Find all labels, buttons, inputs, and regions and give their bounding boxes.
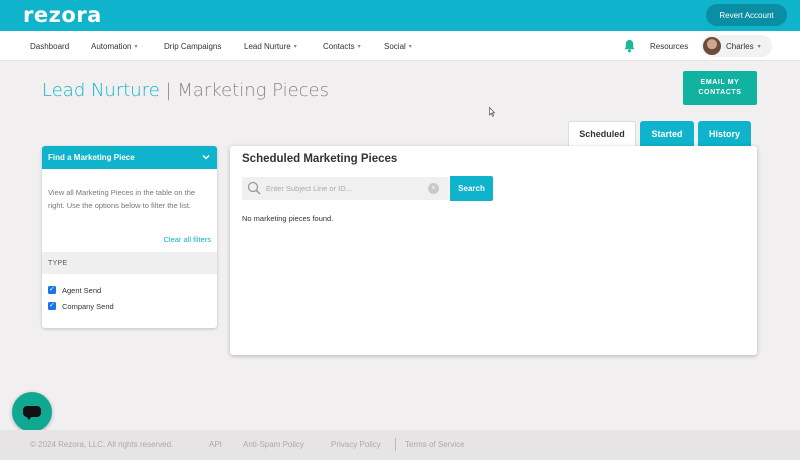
nav-item-label: Lead Nurture bbox=[244, 41, 291, 51]
email-my-contacts-label: EMAIL MY CONTACTS bbox=[698, 79, 742, 96]
nav-item-label: Drip Campaigns bbox=[164, 41, 222, 51]
nav-item-automation[interactable]: Automation ▾ bbox=[91, 31, 137, 61]
avatar bbox=[703, 37, 721, 55]
filter-panel-header[interactable]: Find a Marketing Piece bbox=[42, 146, 217, 169]
filter-option-label: Company Send bbox=[62, 301, 114, 311]
scheduled-panel: Scheduled Marketing Pieces × Search No m… bbox=[230, 146, 757, 355]
nav-item-label: Contacts bbox=[323, 41, 355, 51]
chevron-down-icon: ▾ bbox=[293, 43, 297, 50]
user-name: Charles bbox=[726, 41, 754, 51]
search-icon bbox=[247, 181, 261, 195]
nav-item-social[interactable]: Social ▾ bbox=[384, 31, 412, 61]
search-button[interactable]: Search bbox=[450, 176, 493, 201]
email-my-contacts-button[interactable]: EMAIL MY CONTACTS bbox=[683, 71, 757, 105]
chat-launcher-button[interactable] bbox=[12, 392, 52, 432]
type-section-header: TYPE bbox=[42, 252, 217, 274]
nav-item-drip-campaigns[interactable]: Drip Campaigns bbox=[164, 31, 221, 61]
tab-started[interactable]: Started bbox=[640, 121, 694, 146]
footer-link-api[interactable]: API bbox=[209, 440, 222, 449]
footer-link-anti-spam[interactable]: Anti-Spam Policy bbox=[243, 440, 304, 449]
page-title: Lead Nurture | Marketing Pieces bbox=[42, 80, 329, 101]
bell-icon[interactable] bbox=[623, 39, 636, 53]
footer-link-terms[interactable]: Terms of Service bbox=[405, 440, 465, 449]
filter-description: View all Marketing Pieces in the table o… bbox=[48, 188, 196, 210]
filter-option-agent-send[interactable]: ✓ Agent Send bbox=[48, 284, 101, 296]
footer-copyright: © 2024 Rezora, LLC. All rights reserved. bbox=[30, 440, 174, 449]
page-title-section: Lead Nurture bbox=[42, 80, 160, 101]
footer-link-privacy[interactable]: Privacy Policy bbox=[331, 440, 381, 449]
chat-bubble-icon bbox=[23, 406, 41, 420]
nav-item-dashboard[interactable]: Dashboard bbox=[30, 31, 69, 61]
filter-option-company-send[interactable]: ✓ Company Send bbox=[48, 300, 114, 312]
tab-scheduled[interactable]: Scheduled bbox=[568, 121, 636, 146]
resources-link[interactable]: Resources bbox=[650, 31, 688, 61]
rezora-logo[interactable]: rezora bbox=[23, 3, 102, 27]
footer-divider bbox=[395, 438, 396, 451]
nav-item-label: Social bbox=[384, 41, 406, 51]
top-bar: rezora Revert Account bbox=[0, 0, 800, 31]
checkbox-checked-icon[interactable]: ✓ bbox=[48, 302, 56, 310]
nav-item-lead-nurture[interactable]: Lead Nurture ▾ bbox=[244, 31, 297, 61]
nav-item-label: Automation bbox=[91, 41, 132, 51]
chevron-down-icon bbox=[202, 154, 210, 160]
page-title-separator: | bbox=[159, 80, 178, 101]
nav-item-contacts[interactable]: Contacts ▾ bbox=[323, 31, 361, 61]
panel-title: Scheduled Marketing Pieces bbox=[242, 153, 398, 165]
search-input[interactable] bbox=[266, 181, 426, 196]
chevron-down-icon: ▾ bbox=[134, 43, 138, 50]
main-nav: Dashboard Automation ▾ Drip Campaigns Le… bbox=[0, 31, 800, 61]
clear-all-filters-link[interactable]: Clear all filters bbox=[163, 235, 211, 244]
chevron-down-icon: ▾ bbox=[357, 43, 361, 50]
chevron-down-icon: ▾ bbox=[757, 43, 761, 50]
clear-search-icon[interactable]: × bbox=[428, 183, 439, 194]
nav-item-label: Dashboard bbox=[30, 41, 70, 51]
checkbox-checked-icon[interactable]: ✓ bbox=[48, 286, 56, 294]
filter-panel-title: Find a Marketing Piece bbox=[48, 153, 135, 162]
mouse-cursor-icon bbox=[489, 107, 495, 117]
page-title-subsection: Marketing Pieces bbox=[177, 80, 330, 101]
tab-history[interactable]: History bbox=[698, 121, 751, 146]
empty-state-message: No marketing pieces found. bbox=[242, 214, 334, 223]
user-menu[interactable]: Charles ▾ bbox=[701, 35, 772, 57]
footer: © 2024 Rezora, LLC. All rights reserved.… bbox=[0, 430, 800, 460]
search-box: × bbox=[242, 177, 449, 200]
filter-panel: Find a Marketing Piece View all Marketin… bbox=[42, 146, 217, 328]
filter-option-label: Agent Send bbox=[62, 285, 102, 295]
chevron-down-icon: ▾ bbox=[408, 43, 412, 50]
revert-account-button[interactable]: Revert Account bbox=[706, 4, 787, 26]
